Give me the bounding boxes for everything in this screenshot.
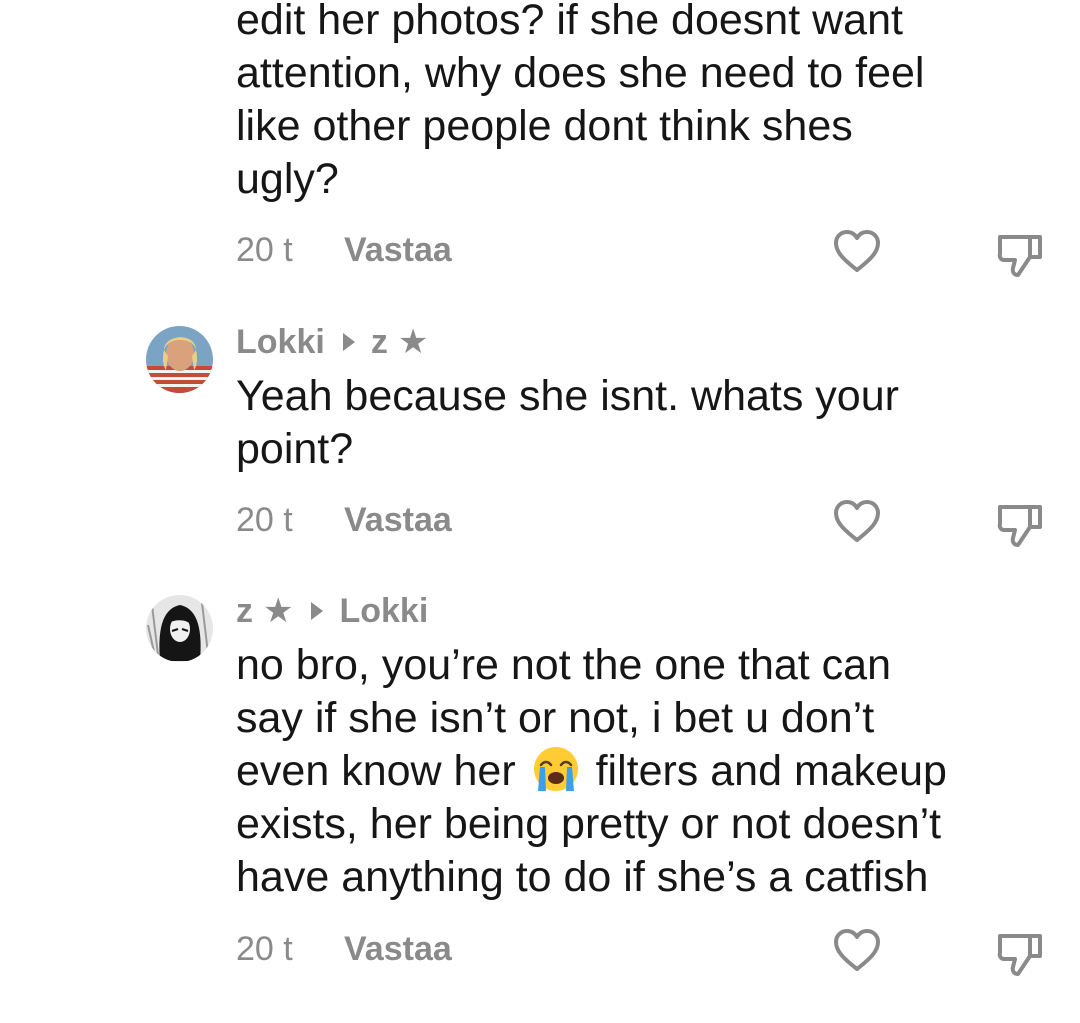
reply-to-name[interactable]: Lokki	[339, 592, 428, 631]
loudly-crying-face-icon	[533, 747, 578, 791]
dislike-button[interactable]	[992, 495, 1048, 551]
comment-text: Yeah because she isnt. whats your point?	[236, 372, 899, 473]
dislike-button[interactable]	[992, 225, 1048, 281]
author-name[interactable]: Lokki	[236, 323, 325, 362]
comment-author-row: z ★ Lokki	[236, 591, 428, 631]
heart-icon	[834, 230, 880, 272]
reply-button[interactable]: Vastaa	[344, 231, 452, 270]
star-badge: ★	[397, 323, 429, 361]
thumbs-down-icon	[997, 505, 1042, 547]
comment-text: edit her photos? if she doesnt want atte…	[236, 0, 925, 203]
heart-icon	[834, 500, 880, 542]
comment-meta: 20 t Vastaa	[236, 230, 452, 270]
comment-text: no bro, you’re not the one that can say …	[236, 641, 947, 901]
reply-button[interactable]: Vastaa	[344, 501, 452, 540]
comment-meta: 20 t Vastaa	[236, 500, 452, 540]
reply-arrow-icon	[342, 333, 355, 351]
reply-arrow-icon	[311, 602, 324, 620]
comment-meta: 20 t Vastaa	[236, 929, 452, 969]
thumbs-down-icon	[997, 235, 1042, 277]
dislike-button[interactable]	[992, 924, 1048, 980]
like-button[interactable]	[829, 223, 885, 279]
reply-button[interactable]: Vastaa	[344, 930, 452, 969]
star-badge: ★	[263, 592, 294, 630]
author-name[interactable]: z	[236, 592, 253, 631]
heart-icon	[834, 929, 880, 971]
comment-timestamp: 20 t	[236, 500, 293, 539]
comment-timestamp: 20 t	[236, 929, 293, 968]
comment-author-row: Lokki z ★	[236, 322, 428, 362]
like-button[interactable]	[829, 493, 885, 549]
comment-timestamp: 20 t	[236, 230, 293, 269]
user-avatar-image	[146, 595, 213, 662]
avatar[interactable]	[146, 326, 213, 393]
user-avatar-image	[146, 326, 213, 393]
thumbs-down-icon	[997, 934, 1042, 976]
avatar[interactable]	[146, 595, 213, 662]
like-button[interactable]	[829, 922, 885, 978]
reply-to-name[interactable]: z	[371, 323, 388, 362]
